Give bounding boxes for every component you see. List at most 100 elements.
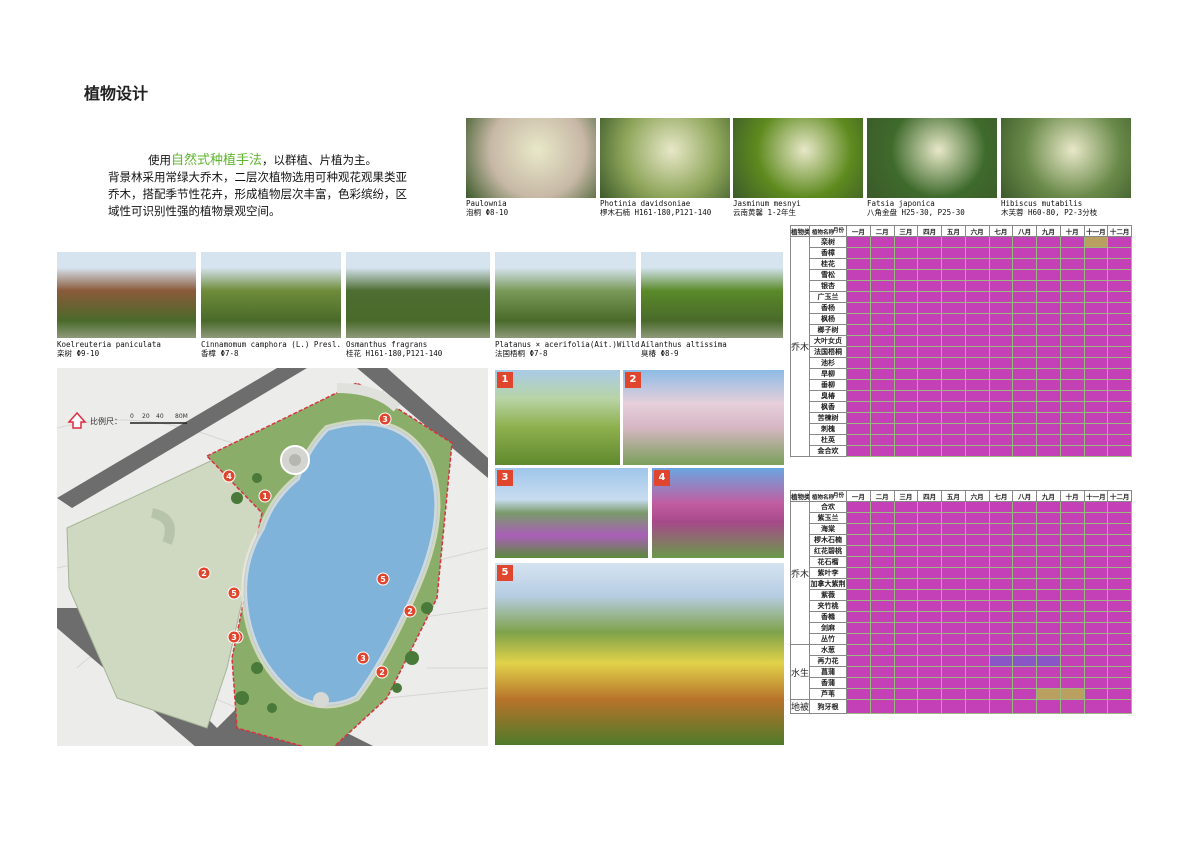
month-cell bbox=[893, 313, 919, 325]
month-cell bbox=[869, 247, 895, 259]
month-cell bbox=[846, 313, 871, 325]
plant-name: 枫杨 bbox=[809, 313, 847, 325]
month-header: 一月 bbox=[846, 225, 871, 237]
month-cell bbox=[1036, 269, 1061, 281]
month-cell bbox=[846, 357, 871, 369]
plant-spec: Φ8-10 bbox=[485, 208, 509, 217]
month-header: 十二月 bbox=[1107, 490, 1132, 502]
table-row: 香蒲 bbox=[791, 677, 1132, 689]
map-marker-label: 5 bbox=[380, 575, 386, 584]
map-marker: 5 bbox=[227, 586, 241, 600]
plant-name: 法国梧桐 bbox=[809, 346, 847, 358]
month-cell bbox=[893, 390, 919, 402]
month-cell bbox=[1059, 666, 1085, 678]
month-cell bbox=[964, 236, 990, 248]
plant-cn-name: 木芙蓉 bbox=[1001, 208, 1024, 217]
month-cell bbox=[846, 611, 871, 623]
month-cell bbox=[1107, 501, 1132, 513]
map-marker: 2 bbox=[403, 604, 417, 618]
month-cell bbox=[964, 434, 990, 446]
table-row: 加拿大紫荆 bbox=[791, 578, 1132, 590]
month-cell bbox=[988, 291, 1014, 303]
month-cell bbox=[1083, 567, 1109, 579]
month-cell bbox=[1059, 412, 1085, 424]
month-cell bbox=[964, 644, 990, 656]
plant-name: 苦楝树 bbox=[809, 412, 847, 424]
month-cell bbox=[917, 324, 942, 336]
month-cell bbox=[893, 699, 919, 714]
month-cell bbox=[1107, 236, 1132, 248]
name-header-label: 植物名称 bbox=[812, 495, 835, 501]
plant-cn-name: 泡桐 bbox=[466, 208, 481, 217]
table-row: 榔子树 bbox=[791, 324, 1132, 336]
month-cell bbox=[941, 622, 966, 634]
month-cell bbox=[869, 666, 895, 678]
month-cell bbox=[869, 269, 895, 281]
table-row: 椤木石楠 bbox=[791, 534, 1132, 546]
month-cell bbox=[941, 501, 966, 513]
month-cell bbox=[1107, 247, 1132, 259]
month-cell bbox=[1012, 633, 1037, 645]
month-cell bbox=[1083, 445, 1109, 457]
plant-image bbox=[201, 252, 341, 338]
plant-image bbox=[495, 252, 636, 338]
month-cell bbox=[846, 302, 871, 314]
month-header-label: 月份 bbox=[832, 493, 844, 499]
month-cell bbox=[893, 368, 919, 380]
month-cell bbox=[1107, 655, 1132, 667]
plant-caption: 椤木石楠 H161-180,P121-140 bbox=[600, 208, 711, 217]
map-marker: 3 bbox=[378, 412, 392, 426]
month-cell bbox=[1107, 677, 1132, 689]
month-cell bbox=[988, 622, 1014, 634]
month-cell bbox=[846, 688, 871, 700]
plant-name: 杜英 bbox=[809, 434, 847, 446]
table-row: 再力花 bbox=[791, 655, 1132, 667]
month-cell bbox=[1059, 313, 1085, 325]
plant-cn-name: 椤木石楠 bbox=[600, 208, 630, 217]
month-header: 四月 bbox=[917, 225, 942, 237]
plant-name: 池杉 bbox=[809, 357, 847, 369]
month-cell bbox=[917, 666, 942, 678]
col-category-header: 植物类别 bbox=[790, 490, 810, 502]
month-cell bbox=[893, 501, 919, 513]
month-cell bbox=[1059, 655, 1085, 667]
map-marker-label: 3 bbox=[382, 415, 388, 424]
plant-name: 丛竹 bbox=[809, 633, 847, 645]
month-cell bbox=[1036, 545, 1061, 557]
month-cell bbox=[1059, 335, 1085, 347]
month-cell bbox=[869, 523, 895, 535]
plant-name: 栾树 bbox=[809, 236, 847, 248]
plant-spec: H161-180,P121-140 bbox=[365, 349, 443, 358]
month-cell bbox=[988, 258, 1014, 270]
month-cell bbox=[964, 324, 990, 336]
month-cell bbox=[917, 379, 942, 391]
month-cell bbox=[988, 655, 1014, 667]
map-marker: 2 bbox=[197, 566, 211, 580]
month-cell bbox=[988, 644, 1014, 656]
month-header: 十月 bbox=[1059, 225, 1085, 237]
month-cell bbox=[1083, 611, 1109, 623]
plant-name: 菖蒲 bbox=[809, 666, 847, 678]
plant-name: 水葱 bbox=[809, 644, 847, 656]
month-cell bbox=[869, 401, 895, 413]
month-cell bbox=[964, 269, 990, 281]
month-name-header: 月份 植物名称 bbox=[809, 225, 847, 237]
month-cell bbox=[941, 346, 966, 358]
plant-caption: 桂花 H161-180,P121-140 bbox=[346, 349, 442, 358]
month-cell bbox=[1059, 291, 1085, 303]
phenology-table-2: 植物类别月份植物名称一月二月三月四月五月六月七月八月九月十月十一月十二月乔木合欢… bbox=[790, 490, 1132, 714]
month-cell bbox=[1107, 423, 1132, 435]
month-cell bbox=[869, 357, 895, 369]
month-cell bbox=[869, 545, 895, 557]
month-cell bbox=[917, 247, 942, 259]
month-cell bbox=[1059, 534, 1085, 546]
plant-name: 紫叶李 bbox=[809, 567, 847, 579]
month-cell bbox=[869, 688, 895, 700]
month-cell bbox=[964, 501, 990, 513]
month-cell bbox=[1012, 324, 1037, 336]
scene-number-tag: 2 bbox=[625, 372, 641, 388]
scene-image bbox=[495, 563, 784, 745]
month-cell bbox=[917, 633, 942, 645]
month-cell bbox=[917, 600, 942, 612]
plant-name: 广玉兰 bbox=[809, 291, 847, 303]
